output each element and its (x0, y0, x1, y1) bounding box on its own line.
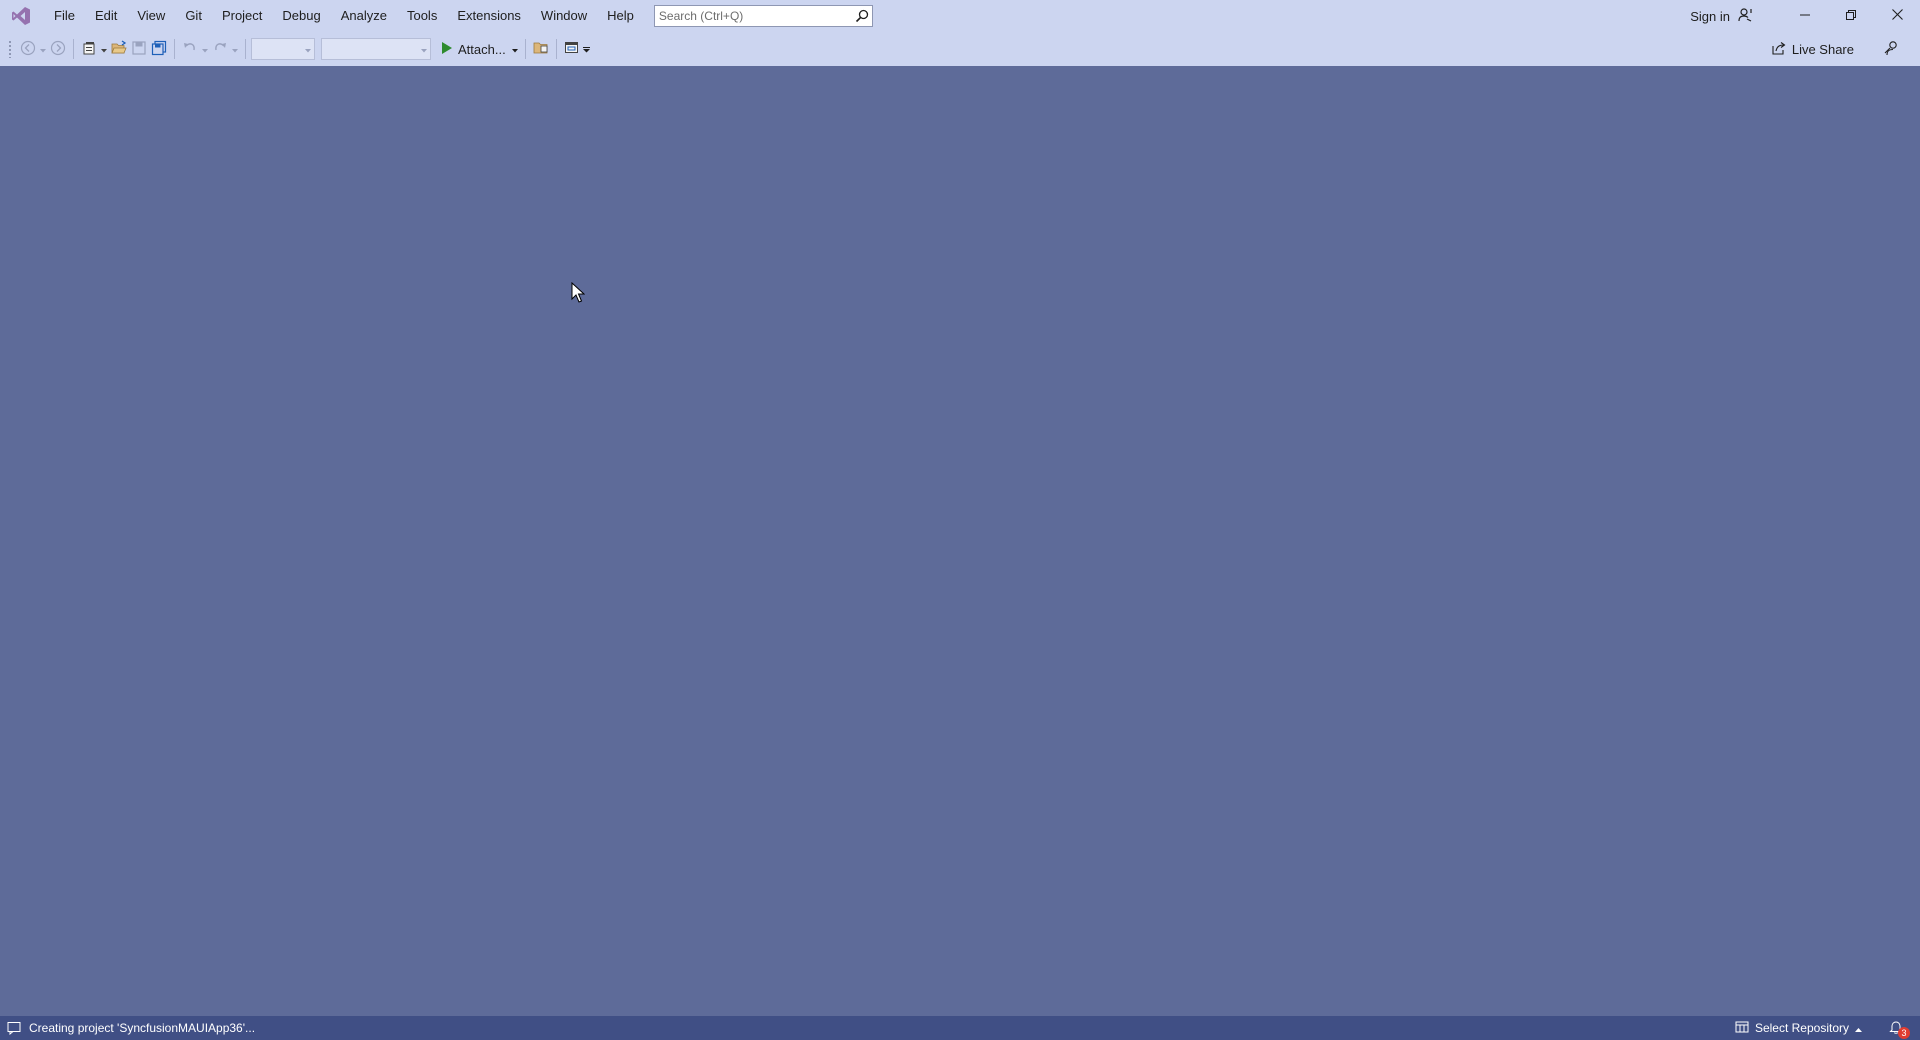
solution-platform-combo[interactable] (321, 38, 431, 60)
notification-count-badge: 3 (1898, 1027, 1910, 1039)
status-left-area: Creating project 'SyncfusionMAUIApp36'..… (0, 1020, 255, 1036)
save-all-button[interactable] (149, 37, 169, 61)
toolbar-separator (174, 39, 175, 59)
menu-file[interactable]: File (44, 4, 85, 28)
visual-studio-logo-icon[interactable] (10, 5, 32, 27)
search-icon[interactable] (852, 6, 872, 26)
sign-in-label: Sign in (1690, 8, 1730, 24)
editor-workspace (0, 66, 1920, 1016)
status-message: Creating project 'SyncfusionMAUIApp36'..… (29, 1021, 256, 1035)
chevron-up-icon (1855, 1021, 1862, 1035)
close-button[interactable] (1874, 0, 1920, 32)
menu-view[interactable]: View (127, 4, 175, 28)
save-icon (131, 40, 147, 59)
live-share-icon (1772, 41, 1786, 58)
menu-bar: File Edit View Git Project Debug Analyze… (44, 0, 644, 32)
chevron-down-icon (232, 42, 238, 56)
navigate-forward-button[interactable] (48, 37, 68, 61)
menu-project[interactable]: Project (212, 4, 272, 28)
chevron-down-icon (511, 42, 518, 56)
redo-dropdown[interactable] (230, 37, 240, 61)
mouse-cursor-icon (571, 281, 586, 304)
minimize-icon (1800, 9, 1810, 23)
chevron-down-icon (583, 42, 591, 56)
menu-window[interactable]: Window (531, 4, 597, 28)
undo-button[interactable] (180, 37, 200, 61)
solution-configuration-combo[interactable] (251, 38, 315, 60)
attach-label: Attach... (458, 41, 506, 57)
new-project-icon (81, 40, 97, 59)
repository-icon (1735, 1020, 1749, 1037)
menu-extensions[interactable]: Extensions (447, 4, 531, 28)
new-item-button[interactable] (79, 37, 99, 61)
account-person-icon (1738, 7, 1752, 25)
open-folder-icon (111, 39, 127, 59)
save-all-icon (151, 40, 167, 59)
save-button[interactable] (129, 37, 149, 61)
attach-button[interactable]: Attach... (437, 37, 510, 61)
close-icon (1891, 9, 1903, 23)
browse-folder-button[interactable] (531, 37, 551, 61)
toolbar-right-area: Live Share (1772, 32, 1920, 66)
live-share-label: Live Share (1791, 41, 1854, 57)
navigate-back-button[interactable] (18, 37, 38, 61)
select-repository-label: Select Repository (1754, 1021, 1849, 1035)
toolbar-separator (524, 39, 526, 59)
search-input[interactable] (654, 6, 845, 26)
menu-tools[interactable]: Tools (397, 4, 447, 28)
toolbar-separator (555, 39, 557, 59)
live-share-button[interactable]: Live Share (1772, 41, 1854, 58)
title-bar: File Edit View Git Project Debug Analyze… (0, 0, 1920, 32)
select-repository-button[interactable]: Select Repository (1735, 1020, 1862, 1037)
navigate-back-dropdown[interactable] (38, 37, 48, 61)
title-right-area: Sign in (1690, 0, 1920, 32)
notifications-button[interactable]: 3 (1884, 1018, 1910, 1039)
restore-button[interactable] (1828, 0, 1874, 32)
standard-toolbar: Attach... Live Share (0, 32, 1920, 66)
status-right-area: Select Repository 3 (1735, 1016, 1920, 1040)
undo-dropdown[interactable] (200, 37, 210, 61)
output-window-icon[interactable] (6, 1020, 22, 1036)
menu-edit[interactable]: Edit (85, 4, 127, 28)
window-layout-icon (564, 40, 580, 59)
menu-git[interactable]: Git (175, 4, 212, 28)
redo-icon (212, 40, 228, 59)
redo-button[interactable] (210, 37, 230, 61)
feedback-button[interactable] (1876, 37, 1908, 61)
window-layout-button[interactable] (562, 37, 582, 61)
chevron-down-icon (305, 42, 311, 56)
chevron-down-icon (40, 42, 46, 56)
feedback-person-icon (1884, 40, 1900, 59)
status-bar: Creating project 'SyncfusionMAUIApp36'..… (0, 1016, 1920, 1040)
folder-browse-icon (533, 40, 549, 59)
forward-arrow-icon (50, 40, 66, 59)
play-icon (441, 41, 453, 58)
toolbar-grip[interactable] (8, 40, 12, 58)
menu-help[interactable]: Help (597, 4, 644, 28)
new-item-dropdown[interactable] (99, 37, 109, 61)
toolbar-separator (245, 39, 246, 59)
restore-icon (1846, 9, 1856, 23)
undo-icon (182, 40, 198, 59)
sign-in-button[interactable]: Sign in (1690, 7, 1752, 25)
toolbar-options-dropdown[interactable] (582, 37, 592, 61)
minimize-button[interactable] (1782, 0, 1828, 32)
open-file-button[interactable] (109, 37, 129, 61)
attach-dropdown[interactable] (510, 37, 520, 61)
search-box[interactable] (653, 5, 873, 27)
chevron-down-icon (202, 42, 208, 56)
menu-debug[interactable]: Debug (272, 4, 330, 28)
chevron-down-icon (421, 42, 427, 56)
toolbar-separator (73, 39, 74, 59)
menu-analyze[interactable]: Analyze (331, 4, 397, 28)
chevron-down-icon (101, 42, 107, 56)
back-arrow-icon (20, 40, 36, 59)
